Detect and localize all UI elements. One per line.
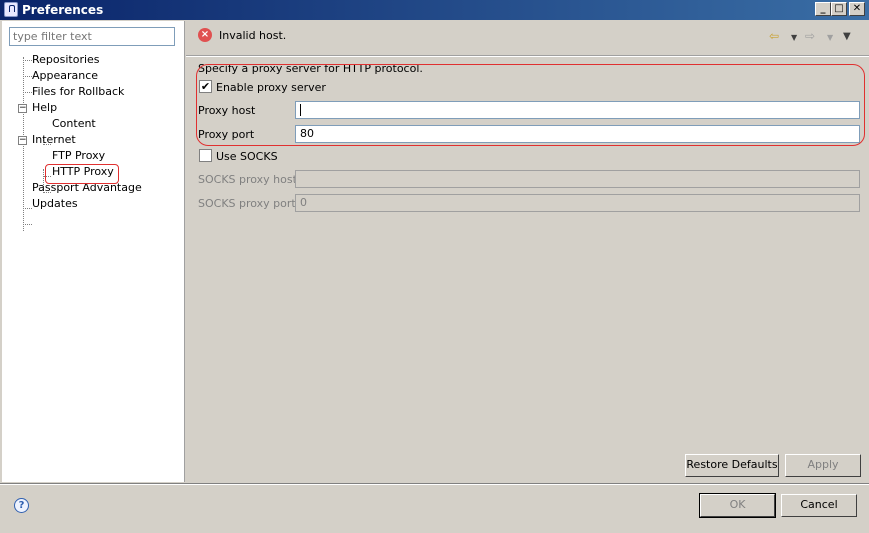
- collapse-toggle-internet-icon[interactable]: −: [18, 136, 27, 145]
- proxy-settings-highlight-annotation: [196, 64, 865, 146]
- help-icon[interactable]: ?: [14, 498, 29, 513]
- tree-item-ftp-proxy[interactable]: FTP Proxy: [52, 148, 105, 164]
- window-title: Preferences: [22, 3, 104, 17]
- tree-item-repositories[interactable]: Repositories: [32, 52, 100, 68]
- collapse-toggle-help-icon[interactable]: −: [18, 104, 27, 113]
- socks-port-input[interactable]: 0: [295, 194, 860, 212]
- ok-button[interactable]: OK: [699, 493, 776, 518]
- preferences-tree-pane: Repositories Appearance Files for Rollba…: [2, 21, 185, 482]
- tree-item-help[interactable]: Help: [32, 100, 57, 116]
- socks-host-label: SOCKS proxy host: [198, 173, 297, 186]
- header-divider: [186, 55, 869, 57]
- back-arrow-icon[interactable]: ⇦: [769, 29, 779, 43]
- socks-host-input[interactable]: [295, 170, 860, 188]
- footer-divider: [0, 483, 869, 485]
- tree-item-appearance[interactable]: Appearance: [32, 68, 98, 84]
- use-socks-label[interactable]: Use SOCKS: [216, 150, 278, 163]
- title-bar: Preferences _ □ ✕: [0, 0, 869, 20]
- tree-item-updates[interactable]: Updates: [32, 196, 78, 212]
- lock-icon: [4, 2, 18, 17]
- apply-button[interactable]: Apply: [785, 454, 861, 477]
- maximize-button[interactable]: □: [831, 2, 847, 16]
- error-message: Invalid host.: [219, 29, 287, 42]
- error-icon: ×: [198, 28, 212, 42]
- view-menu-icon[interactable]: ▼: [843, 31, 851, 42]
- use-socks-checkbox[interactable]: [199, 149, 212, 162]
- forward-arrow-icon[interactable]: ⇨: [805, 29, 815, 43]
- tree-item-internet[interactable]: Internet: [32, 132, 76, 148]
- selection-highlight-annotation: [45, 164, 119, 184]
- filter-input[interactable]: [9, 27, 175, 46]
- tree-item-files-for-rollback[interactable]: Files for Rollback: [32, 84, 124, 100]
- minimize-button[interactable]: _: [815, 2, 831, 16]
- socks-port-label: SOCKS proxy port: [198, 197, 296, 210]
- http-proxy-page: × Invalid host. ⇦ ▼ ⇨ ▼ ▼ Specify a prox…: [186, 21, 869, 482]
- forward-history-dropdown-icon[interactable]: ▼: [827, 33, 833, 42]
- close-button[interactable]: ✕: [849, 2, 865, 16]
- cancel-button[interactable]: Cancel: [781, 494, 857, 517]
- back-history-dropdown-icon[interactable]: ▼: [791, 33, 797, 42]
- restore-defaults-button[interactable]: Restore Defaults: [685, 454, 779, 477]
- tree-item-content[interactable]: Content: [52, 116, 96, 132]
